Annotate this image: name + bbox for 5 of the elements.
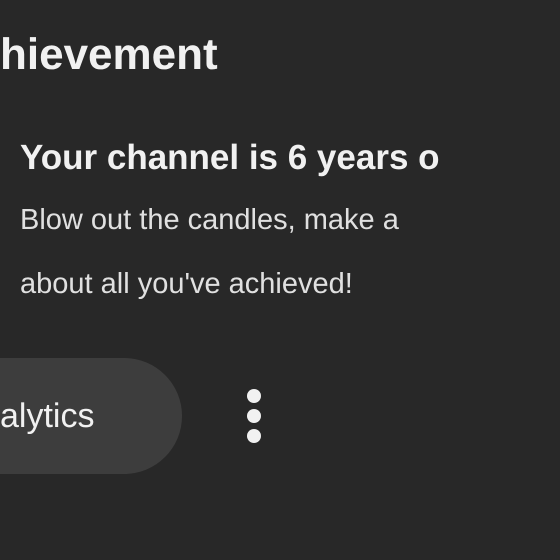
section-title: hievement bbox=[0, 30, 218, 80]
analytics-button[interactable]: alytics bbox=[0, 358, 182, 474]
card-description: Blow out the candles, make a about all you've achieved! bbox=[20, 203, 399, 302]
card-heading: Your channel is 6 years o bbox=[20, 138, 440, 178]
more-options-icon[interactable] bbox=[244, 388, 264, 444]
